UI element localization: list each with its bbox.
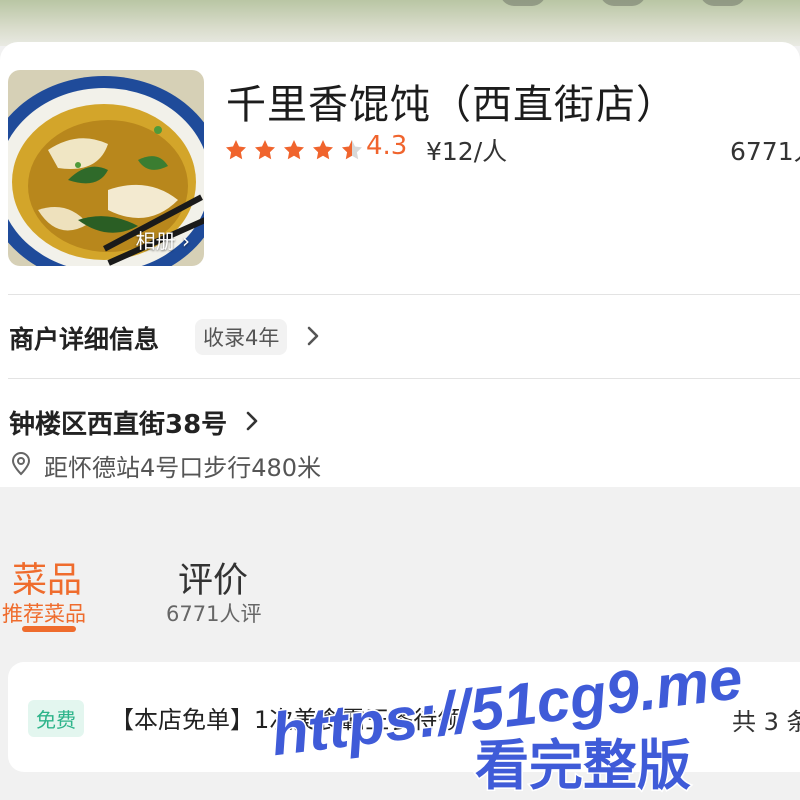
album-link[interactable]: 相册 › (136, 225, 190, 254)
chevron-right-icon[interactable] (243, 410, 261, 432)
review-count: 6771人 (730, 137, 800, 166)
tab-dishes-sublabel: 推荐菜品 (2, 602, 86, 626)
rating-stars (224, 135, 369, 165)
star-full-icon (284, 140, 304, 160)
star-half-icon (342, 140, 362, 160)
top-action-button[interactable] (600, 0, 646, 6)
tab-reviews-sublabel: 6771人评 (166, 602, 262, 626)
divider (8, 294, 800, 295)
distance-info: 距怀德站4号口步行480米 (44, 454, 322, 482)
price-per-person: ¥12/人 (426, 137, 508, 166)
chevron-right-icon[interactable] (303, 324, 323, 348)
merchant-info-label[interactable]: 商户详细信息 (9, 320, 159, 356)
active-tab-indicator (22, 626, 76, 632)
store-name: 千里香馄饨（西直街店） (226, 82, 677, 128)
star-full-icon (226, 140, 246, 160)
top-action-button[interactable] (500, 0, 546, 6)
top-action-button[interactable] (700, 0, 746, 6)
star-full-icon (255, 140, 275, 160)
tab-dishes-label: 菜品 (12, 561, 83, 601)
location-pin-icon (11, 452, 31, 476)
store-photo[interactable]: 相册 › (8, 70, 204, 266)
star-full-icon (313, 140, 333, 160)
top-status-area (0, 0, 800, 46)
watermark-overlay: https://51cg9.me 看完整版 (270, 646, 747, 796)
tab-reviews-label: 评价 (178, 561, 249, 601)
watermark-caption: 看完整版 (475, 734, 691, 796)
divider (8, 378, 800, 379)
rating-score: 4.3 (366, 131, 408, 161)
free-tag: 免费 (28, 700, 84, 737)
store-address[interactable]: 钟楼区西直街38号 (9, 404, 227, 441)
listed-years-badge: 收录4年 (195, 319, 288, 355)
